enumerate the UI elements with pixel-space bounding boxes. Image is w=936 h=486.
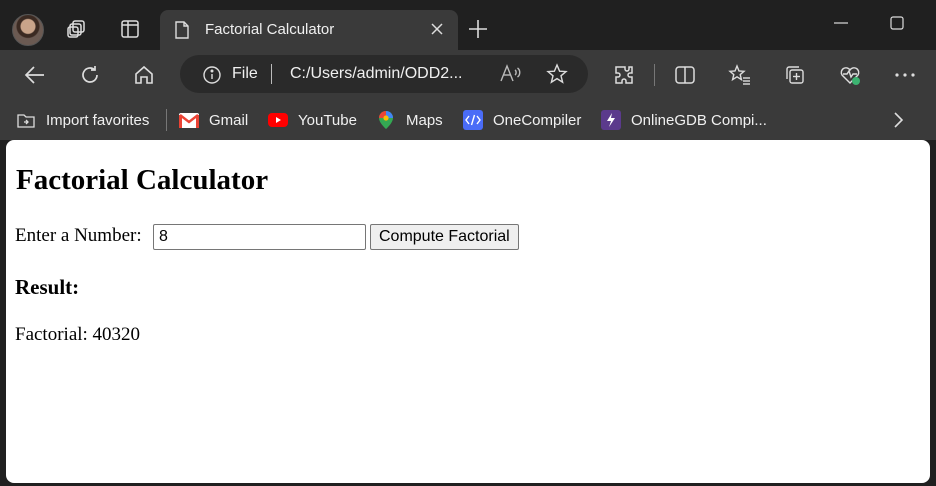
- favorite-gmail[interactable]: Gmail: [179, 110, 248, 130]
- onlinegdb-icon: [601, 110, 621, 130]
- refresh-icon[interactable]: [77, 62, 103, 88]
- result-heading: Result:: [15, 275, 80, 299]
- info-icon[interactable]: [202, 65, 222, 90]
- tab-factorial-calculator[interactable]: Factorial Calculator: [160, 10, 458, 50]
- maps-icon: [376, 110, 396, 130]
- new-tab-icon[interactable]: [466, 17, 490, 46]
- favorite-youtube[interactable]: YouTube: [268, 110, 357, 130]
- gmail-icon: [179, 110, 199, 130]
- number-label: Enter a Number:: [15, 225, 142, 246]
- close-tab-icon[interactable]: [428, 20, 446, 43]
- address-bar[interactable]: File C:/Users/admin/ODD2...: [180, 55, 588, 93]
- favorite-label: OnlineGDB Compi...: [631, 111, 767, 129]
- favorite-label: YouTube: [298, 111, 357, 129]
- onecompiler-icon: [463, 110, 483, 130]
- back-icon[interactable]: [22, 62, 48, 88]
- youtube-icon: [268, 110, 288, 130]
- favorites-divider: [166, 109, 167, 131]
- more-menu-icon[interactable]: [892, 62, 918, 88]
- favorite-import-favorites[interactable]: Import favorites: [16, 110, 149, 130]
- toolbar-divider: [654, 64, 655, 86]
- favorite-label: Import favorites: [46, 111, 150, 129]
- read-aloud-icon[interactable]: [498, 63, 522, 90]
- favorite-label: Gmail: [209, 111, 249, 129]
- favorite-onecompiler[interactable]: OneCompiler: [463, 110, 581, 130]
- favorite-label: Maps: [406, 111, 443, 129]
- result-text: Factorial: 40320: [15, 324, 141, 345]
- collections-icon[interactable]: [782, 62, 808, 88]
- split-screen-icon[interactable]: [672, 62, 698, 88]
- page-viewport: Factorial Calculator Enter a Number: Com…: [6, 140, 930, 483]
- scheme-label: File: [232, 65, 258, 82]
- url-text[interactable]: C:/Users/admin/ODD2...: [290, 65, 462, 83]
- add-favorite-star-icon[interactable]: [546, 63, 568, 90]
- extensions-icon[interactable]: [611, 62, 637, 88]
- compute-factorial-button[interactable]: Compute Factorial: [370, 224, 519, 250]
- favorites-icon[interactable]: [727, 62, 753, 88]
- favorite-maps[interactable]: Maps: [376, 110, 443, 130]
- profile-avatar[interactable]: [12, 14, 44, 46]
- favorite-onlinegdb[interactable]: OnlineGDB Compi...: [601, 110, 767, 130]
- maximize-icon[interactable]: [886, 12, 908, 34]
- browser-essentials-icon[interactable]: [837, 62, 863, 88]
- tab-title: Factorial Calculator: [205, 21, 335, 38]
- favorites-bar: Import favorites Gmail YouTube Maps OneC…: [0, 100, 936, 140]
- number-input[interactable]: [153, 224, 366, 250]
- address-divider: [271, 64, 272, 84]
- navigation-toolbar: File C:/Users/admin/ODD2...: [0, 50, 936, 100]
- workspaces-icon[interactable]: [64, 16, 90, 42]
- page-icon: [174, 21, 190, 44]
- chevron-right-icon[interactable]: [888, 109, 908, 136]
- import-favorites-icon: [16, 110, 36, 130]
- home-icon[interactable]: [131, 62, 157, 88]
- favorite-label: OneCompiler: [493, 111, 582, 129]
- page-title: Factorial Calculator: [16, 164, 269, 196]
- minimize-icon[interactable]: [830, 12, 852, 34]
- vertical-tabs-icon[interactable]: [117, 16, 143, 42]
